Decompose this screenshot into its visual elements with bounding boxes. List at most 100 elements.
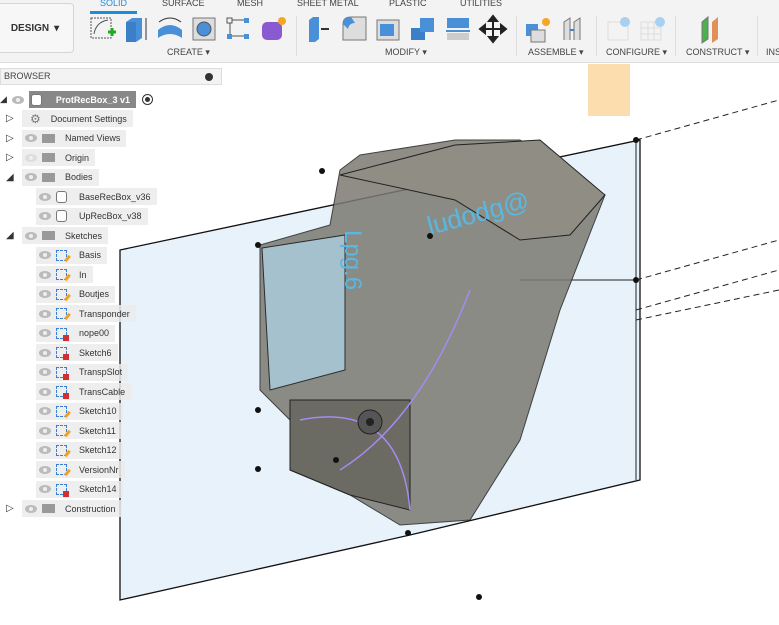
new-component-icon[interactable] — [523, 14, 553, 44]
component-icon — [30, 93, 42, 106]
eye-icon[interactable] — [39, 485, 51, 493]
browser-item-boutjes[interactable]: Boutjes — [36, 285, 116, 303]
eye-icon[interactable] — [39, 426, 51, 435]
collapse-icon[interactable]: ◢ — [0, 94, 7, 105]
eye-icon[interactable] — [39, 290, 51, 298]
expand-icon[interactable]: ▷ — [6, 152, 22, 163]
eye-icon[interactable] — [25, 504, 37, 513]
expand-icon[interactable]: ▷ — [6, 133, 22, 144]
tab-solid[interactable]: SOLID — [89, 0, 138, 14]
browser-item-construction[interactable]: ▷ Construction — [6, 500, 122, 517]
sketch-plane — [119, 139, 641, 601]
construction-lines — [635, 99, 779, 321]
browser-item-in[interactable]: In — [36, 266, 93, 283]
eye-icon[interactable] — [25, 231, 37, 240]
eye-icon[interactable] — [25, 134, 37, 142]
fillet-icon[interactable] — [340, 14, 370, 44]
browser-item-transpslot[interactable]: TranspSlot — [36, 363, 129, 381]
tab-mesh[interactable]: MESH — [237, 0, 263, 8]
eye-icon[interactable] — [39, 446, 51, 454]
tab-surface[interactable]: SURFACE — [162, 0, 205, 8]
browser-item-nope00[interactable]: nope00 — [36, 324, 116, 342]
collapse-icon[interactable]: ◢ — [6, 230, 22, 241]
press-pull-icon[interactable] — [305, 14, 335, 44]
joint-icon[interactable] — [558, 14, 588, 44]
hole-icon[interactable] — [190, 14, 220, 44]
item-label: Basis — [79, 250, 102, 260]
configure-grid-icon[interactable] — [638, 14, 668, 44]
shell-icon[interactable] — [374, 14, 404, 44]
eye-icon[interactable] — [39, 465, 51, 474]
eye-icon[interactable] — [39, 192, 51, 201]
item-label: Origin — [65, 152, 90, 163]
eye-hidden-icon[interactable] — [25, 153, 37, 162]
eye-icon[interactable] — [39, 212, 51, 220]
eye-icon[interactable] — [39, 309, 51, 318]
eye-icon[interactable] — [39, 270, 51, 279]
construct-menu[interactable]: CONSTRUCT ▾ — [686, 47, 749, 58]
eye-icon[interactable] — [39, 329, 51, 337]
browser-item-sketch11[interactable]: Sketch11 — [36, 422, 122, 439]
tab-utilities[interactable]: UTILITIES — [460, 0, 502, 8]
emboss-text: ludodg@ — [424, 185, 533, 241]
design-workspace-button[interactable]: DESIGN ▾ — [0, 3, 74, 53]
item-label: Sketch14 — [79, 484, 117, 494]
eye-icon[interactable] — [39, 348, 51, 357]
expand-icon[interactable]: ▷ — [6, 503, 22, 514]
expand-icon[interactable]: ▷ — [6, 113, 22, 124]
browser-item-document-settings[interactable]: ▷ ⚙ Document Settings — [6, 110, 133, 127]
sketch-points — [255, 137, 639, 600]
configure-menu[interactable]: CONFIGURE ▾ — [606, 47, 667, 58]
browser-item-sketch6[interactable]: Sketch6 — [36, 344, 118, 361]
rectangular-pattern-icon[interactable] — [224, 14, 254, 44]
eye-icon[interactable] — [25, 173, 37, 181]
eye-icon[interactable] — [11, 95, 24, 104]
item-label: VersionNr — [79, 464, 119, 475]
configure-table-icon[interactable] — [605, 14, 635, 44]
eye-icon[interactable] — [39, 368, 51, 376]
browser-item-sketch12[interactable]: Sketch12 — [36, 441, 123, 459]
minimize-icon[interactable] — [205, 73, 213, 81]
divider — [757, 16, 758, 56]
view-cube-face[interactable] — [588, 64, 630, 116]
move-icon[interactable] — [478, 14, 508, 44]
sketch-icon — [56, 288, 67, 300]
sketch-icon — [56, 405, 67, 417]
tab-sheet-metal[interactable]: SHEET METAL — [297, 0, 359, 8]
browser-item-basis[interactable]: Basis — [36, 246, 108, 264]
item-label: Bodies — [65, 172, 93, 182]
browser-item-sketch10[interactable]: Sketch10 — [36, 402, 123, 420]
offset-plane-icon[interactable] — [698, 14, 728, 44]
browser-item-named-views[interactable]: ▷ Named Views — [6, 129, 127, 147]
browser-item-versionnr[interactable]: VersionNr — [36, 461, 125, 478]
browser-item-uprecbox-v38[interactable]: UpRecBox_v38 — [36, 207, 148, 225]
browser-item-sketch14[interactable]: Sketch14 — [36, 480, 123, 498]
offset-face-icon[interactable] — [443, 14, 473, 44]
sketch-locked-icon — [56, 386, 69, 399]
browser-item-transponder[interactable]: Transponder — [36, 305, 136, 322]
browser-item-baserecbox-v36[interactable]: BaseRecBox_v36 — [36, 188, 157, 205]
collapse-icon[interactable]: ◢ — [6, 172, 22, 183]
tab-plastic[interactable]: PLASTIC — [389, 0, 427, 8]
extrude-icon[interactable] — [122, 14, 152, 44]
revolve-icon[interactable] — [155, 14, 185, 44]
browser-title: BROWSER — [4, 71, 51, 81]
eye-icon[interactable] — [39, 387, 51, 396]
combine-icon[interactable] — [408, 14, 438, 44]
insert-menu[interactable]: INS — [766, 47, 779, 57]
create-sketch-icon[interactable] — [88, 14, 118, 44]
assemble-menu[interactable]: ASSEMBLE ▾ — [528, 47, 584, 58]
create-menu[interactable]: CREATE ▾ — [167, 47, 210, 58]
modify-menu[interactable]: MODIFY ▾ — [385, 47, 427, 58]
browser-item-bodies[interactable]: ◢ Bodies — [6, 168, 99, 186]
activate-radio-icon[interactable] — [141, 94, 153, 105]
browser-item-sketches[interactable]: ◢ Sketches — [6, 227, 109, 244]
eye-icon[interactable] — [39, 251, 51, 259]
eye-icon[interactable] — [39, 407, 51, 415]
browser-item-transcable[interactable]: TransCable — [36, 383, 132, 400]
form-icon[interactable] — [258, 14, 288, 44]
browser-root[interactable]: ◢ ProtRecBox_3 v1 — [0, 91, 153, 108]
divider — [296, 16, 297, 56]
browser-item-origin[interactable]: ▷ Origin — [6, 149, 96, 166]
caret-down-icon: ▾ — [54, 22, 60, 34]
